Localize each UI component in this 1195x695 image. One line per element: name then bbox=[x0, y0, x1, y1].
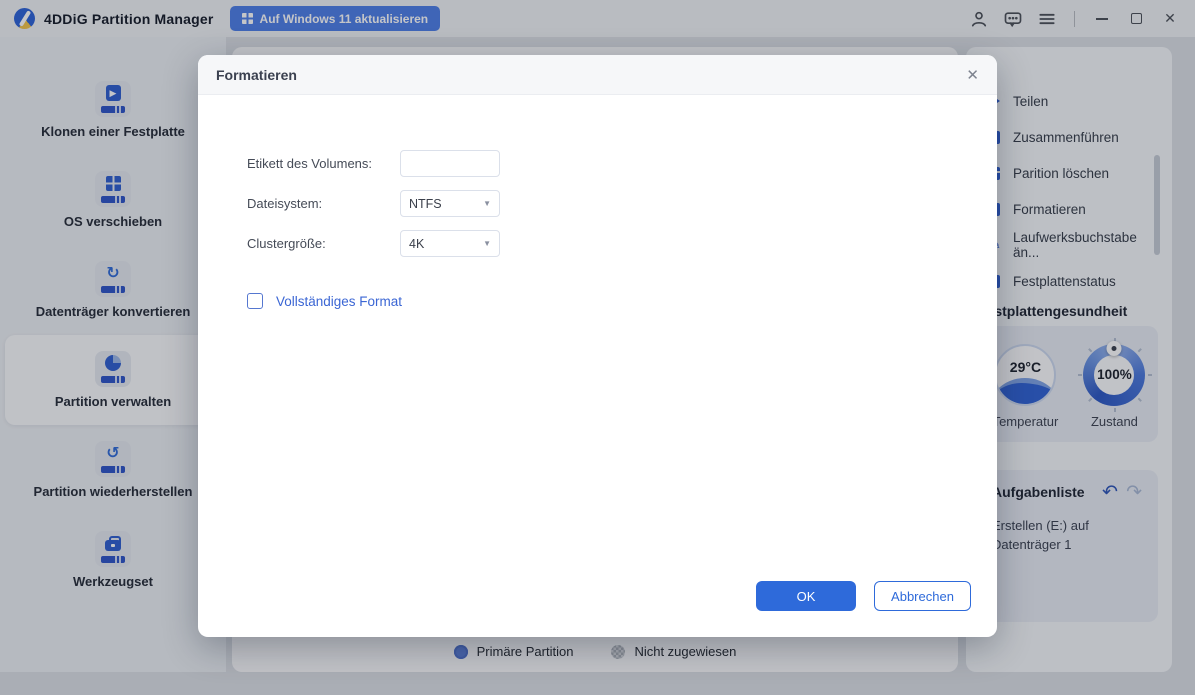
dialog-close-icon[interactable] bbox=[966, 66, 979, 84]
dialog-header: Formatieren bbox=[198, 55, 997, 95]
full-format-checkbox[interactable] bbox=[247, 293, 263, 309]
dialog-title: Formatieren bbox=[216, 67, 297, 83]
filesystem-selected-value: NTFS bbox=[409, 197, 442, 211]
cancel-button[interactable]: Abbrechen bbox=[874, 581, 971, 611]
dialog-footer: OK Abbrechen bbox=[198, 581, 997, 611]
full-format-label: Vollständiges Format bbox=[276, 294, 402, 309]
cluster-size-field-label: Clustergröße: bbox=[247, 236, 400, 251]
cluster-size-selected-value: 4K bbox=[409, 237, 424, 251]
volume-label-input[interactable] bbox=[400, 150, 500, 177]
cluster-size-select[interactable]: 4K bbox=[400, 230, 500, 257]
filesystem-select[interactable]: NTFS bbox=[400, 190, 500, 217]
full-format-checkbox-row[interactable]: Vollständiges Format bbox=[247, 293, 402, 309]
filesystem-field-label: Dateisystem: bbox=[247, 196, 400, 211]
format-dialog: Formatieren Etikett des Volumens: Dateis… bbox=[198, 55, 997, 637]
ok-button[interactable]: OK bbox=[756, 581, 856, 611]
volume-label-field-label: Etikett des Volumens: bbox=[247, 156, 400, 171]
app-window: 4DDiG Partition Manager Auf Windows 11 a… bbox=[0, 0, 1195, 695]
